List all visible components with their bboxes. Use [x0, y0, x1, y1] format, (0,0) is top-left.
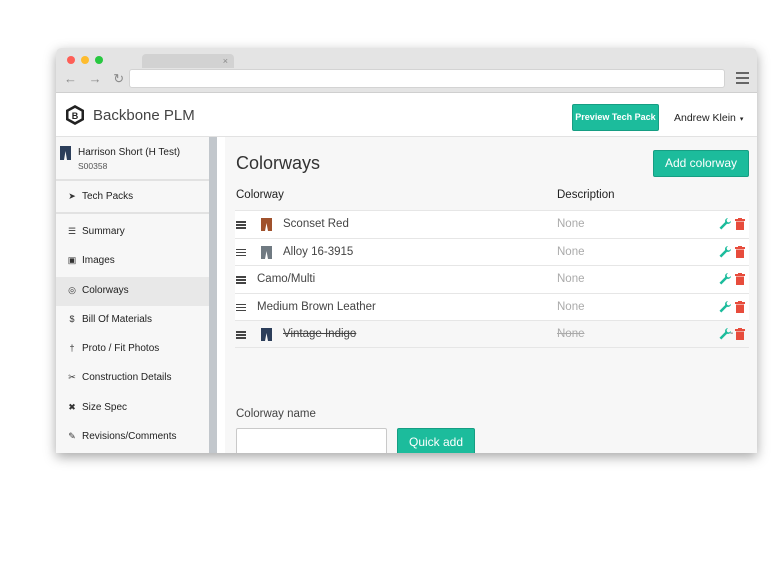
sidebar-item-bill-of-materials[interactable]: $ Bill Of Materials [56, 306, 209, 335]
drag-handle-icon[interactable] [236, 248, 246, 257]
tab-close-icon[interactable]: × [223, 55, 228, 67]
tools-icon: ✖ [68, 401, 76, 412]
sidebar-item-proto-fit-photos[interactable]: † Proto / Fit Photos [56, 335, 209, 364]
caret-down-icon: ▾ [739, 116, 744, 123]
image-icon: ▣ [67, 255, 77, 266]
sidebar-item-label: Summary [82, 226, 125, 237]
sidebar-item-colorways[interactable]: ◎ Colorways [56, 276, 209, 306]
close-window-button[interactable] [67, 56, 75, 64]
table-row: Alloy 16-3915 None [235, 237, 749, 265]
row-actions [719, 300, 745, 315]
palette-icon: ◎ [68, 284, 76, 295]
quick-add-button[interactable]: Quick add [397, 428, 475, 453]
sidebar-nav: ☰ Summary ▣ Images ◎ Colorways $ Bill Of… [56, 214, 209, 452]
trash-icon[interactable] [735, 218, 745, 230]
table-row: Vintage Indigo None - [235, 320, 749, 348]
colorway-name-label: Colorway name [236, 408, 316, 420]
shorts-icon [60, 146, 71, 160]
app-header: B Backbone PLM Preview Tech Pack Andrew … [56, 93, 757, 137]
sidebar-item-label: Construction Details [82, 372, 172, 384]
column-header-colorway: Colorway [236, 189, 284, 201]
sidebar-item-label: Colorways [82, 284, 129, 296]
trash-icon[interactable] [735, 328, 745, 340]
drag-handle-icon[interactable] [236, 221, 246, 229]
sidebar-item-size-spec[interactable]: ✖ Size Spec [56, 394, 209, 423]
colorway-description: None [557, 328, 585, 340]
sidebar-item-label: Bill Of Materials [82, 313, 153, 325]
row-actions: - [719, 328, 745, 342]
sidebar-item-summary[interactable]: ☰ Summary [56, 218, 209, 247]
colorway-name: Sconset Red [283, 218, 349, 230]
shorts-swatch-icon [261, 328, 272, 341]
wrench-icon[interactable] [719, 245, 731, 258]
colorway-name-input[interactable] [236, 428, 387, 453]
row-actions [719, 273, 745, 287]
shorts-swatch-icon [261, 218, 272, 231]
colorways-table: Sconset Red None Alloy 16-3915 None Camo… [235, 210, 749, 348]
wrench-icon[interactable] [719, 300, 731, 313]
trash-icon[interactable] [735, 245, 745, 258]
sidebar-item-label: Revisions/Comments [82, 431, 177, 443]
list-icon: ☰ [67, 226, 77, 236]
product-name: Harrison Short (H Test) [78, 147, 181, 158]
colorway-name: Medium Brown Leather [257, 300, 376, 313]
sidebar-item-label: Size Spec [82, 401, 128, 413]
url-bar[interactable] [129, 69, 725, 88]
main-content: Colorways Add colorway Colorway Descript… [225, 137, 757, 453]
edit-icon: ✎ [68, 431, 76, 442]
person-icon: † [69, 343, 75, 354]
preview-tech-pack-button[interactable]: Preview Tech Pack [572, 104, 659, 131]
drag-handle-icon[interactable] [236, 303, 246, 312]
colorway-description: None [557, 218, 585, 230]
user-name: Andrew Klein [674, 112, 736, 124]
column-header-description: Description [557, 189, 615, 201]
row-actions [719, 245, 745, 260]
colorway-name: Vintage Indigo [283, 328, 357, 340]
browser-nav-icons[interactable]: ← → ↻ [64, 71, 128, 87]
user-menu[interactable]: Andrew Klein ▾ [674, 112, 743, 124]
sidebar-item-label: Proto / Fit Photos [82, 343, 160, 355]
trash-icon[interactable] [735, 300, 745, 313]
browser-window: × ← → ↻ B Backbone PLM Preview Tech Pack… [56, 48, 757, 453]
drag-handle-icon[interactable] [236, 331, 246, 339]
table-row: Sconset Red None [235, 210, 749, 238]
separator-dash: - [730, 328, 734, 339]
colorway-description: None [557, 273, 585, 285]
sidebar-product[interactable]: Harrison Short (H Test) S00358 [56, 137, 209, 181]
browser-tab[interactable]: × [142, 54, 234, 68]
sidebar-item-label: Tech Packs [82, 191, 134, 202]
table-row: Medium Brown Leather None [235, 292, 749, 320]
colorway-description: None [557, 300, 585, 313]
sidebar: Harrison Short (H Test) S00358 ➤ Tech Pa… [56, 137, 217, 453]
maximize-window-button[interactable] [95, 56, 103, 64]
sidebar-item-images[interactable]: ▣ Images [56, 247, 209, 276]
browser-chrome: × ← → ↻ [56, 48, 757, 93]
row-actions [719, 218, 745, 232]
colorway-name: Alloy 16-3915 [283, 245, 354, 258]
wrench-icon[interactable] [719, 218, 731, 230]
colorway-name: Camo/Multi [257, 273, 316, 285]
drag-handle-icon[interactable] [236, 276, 246, 284]
send-icon: ➤ [68, 191, 76, 201]
sidebar-item-label: Images [82, 255, 115, 267]
sidebar-item-revisions-comments[interactable]: ✎ Revisions/Comments [56, 423, 209, 452]
scissors-icon: ✂ [68, 372, 76, 383]
add-colorway-button[interactable]: Add colorway [653, 150, 749, 177]
hamburger-menu-icon[interactable] [736, 72, 749, 84]
colorway-description: None [557, 245, 585, 258]
trash-icon[interactable] [735, 273, 745, 285]
brand-name[interactable]: Backbone PLM [93, 107, 195, 124]
svg-text:B: B [72, 111, 79, 121]
backbone-logo-icon: B [66, 105, 84, 125]
sidebar-item-construction-details[interactable]: ✂ Construction Details [56, 364, 209, 393]
dollar-icon: $ [69, 313, 75, 324]
page-title: Colorways [236, 153, 321, 173]
minimize-window-button[interactable] [81, 56, 89, 64]
shorts-swatch-icon [261, 245, 272, 259]
table-row: Camo/Multi None [235, 265, 749, 293]
sidebar-item-tech-packs[interactable]: ➤ Tech Packs [56, 181, 209, 214]
wrench-icon[interactable] [719, 273, 731, 285]
product-code: S00358 [78, 161, 108, 171]
